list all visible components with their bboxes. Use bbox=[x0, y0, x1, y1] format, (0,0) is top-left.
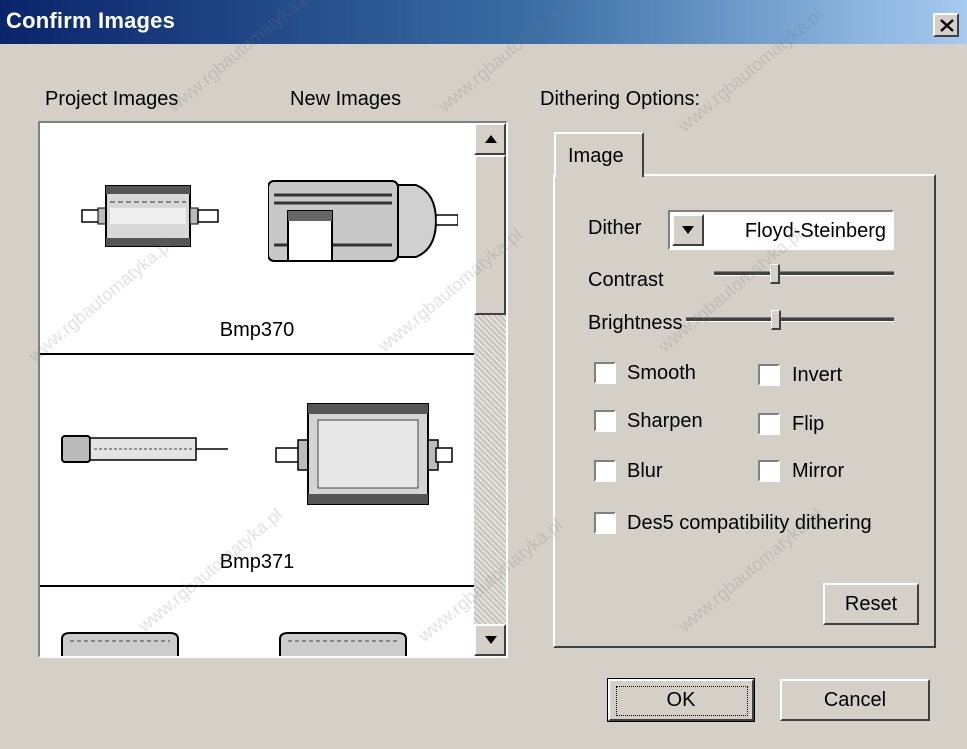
close-icon bbox=[940, 19, 954, 32]
cancel-button[interactable]: Cancel bbox=[780, 679, 930, 721]
flip-label[interactable]: Flip bbox=[792, 413, 824, 436]
list-item[interactable]: Bmp371 bbox=[40, 355, 474, 587]
project-images-label: Project Images bbox=[45, 88, 179, 110]
vertical-scrollbar[interactable] bbox=[474, 123, 506, 656]
focus-rect bbox=[616, 686, 748, 716]
des5-label[interactable]: Des5 compatibility dithering bbox=[627, 512, 872, 535]
sharpen-label[interactable]: Sharpen bbox=[627, 410, 703, 433]
blur-label[interactable]: Blur bbox=[627, 460, 663, 483]
project-motor-image bbox=[61, 435, 228, 463]
project-motor-image bbox=[81, 185, 219, 247]
image-caption: Bmp370 bbox=[219, 319, 295, 341]
des5-checkbox[interactable] bbox=[594, 512, 616, 534]
brightness-knob[interactable] bbox=[771, 310, 781, 330]
scroll-down-button[interactable] bbox=[474, 624, 506, 656]
scroll-thumb[interactable] bbox=[474, 155, 506, 315]
mirror-label[interactable]: Mirror bbox=[792, 460, 844, 483]
ok-button[interactable]: OK bbox=[607, 678, 755, 722]
dither-value: Floyd-Steinberg bbox=[744, 220, 886, 242]
invert-checkbox[interactable] bbox=[758, 364, 780, 386]
list-item[interactable]: Bmp370 bbox=[40, 123, 474, 355]
window-title: Confirm Images bbox=[6, 8, 176, 33]
chevron-down-icon bbox=[682, 226, 694, 234]
image-list[interactable]: Bmp370 Bmp371 bbox=[38, 121, 508, 658]
invert-label[interactable]: Invert bbox=[792, 364, 842, 387]
close-button[interactable] bbox=[933, 13, 959, 37]
flip-checkbox[interactable] bbox=[758, 413, 780, 435]
new-images-label: New Images bbox=[290, 88, 402, 110]
smooth-label[interactable]: Smooth bbox=[627, 362, 696, 385]
image-list-viewport: Bmp370 Bmp371 bbox=[40, 123, 474, 656]
contrast-knob[interactable] bbox=[770, 264, 780, 284]
mirror-checkbox[interactable] bbox=[758, 460, 780, 482]
dither-label: Dither bbox=[588, 217, 642, 239]
smooth-checkbox[interactable] bbox=[594, 362, 616, 384]
project-motor-image bbox=[61, 632, 179, 656]
confirm-images-dialog: Confirm Images Project Images New Images… bbox=[0, 0, 967, 749]
reset-button[interactable]: Reset bbox=[823, 583, 919, 625]
contrast-label: Contrast bbox=[588, 269, 664, 291]
brightness-label: Brightness bbox=[588, 312, 683, 334]
dither-select[interactable]: Floyd-Steinberg bbox=[668, 210, 894, 250]
list-item[interactable] bbox=[40, 587, 474, 656]
sharpen-checkbox[interactable] bbox=[594, 410, 616, 432]
tab-image-label: Image bbox=[568, 145, 624, 167]
contrast-slider[interactable] bbox=[714, 264, 894, 284]
dithering-options-label: Dithering Options: bbox=[540, 88, 701, 110]
title-bar[interactable]: Confirm Images bbox=[0, 0, 967, 44]
dither-dropdown-button[interactable] bbox=[672, 214, 704, 246]
arrow-down-icon bbox=[485, 636, 497, 644]
contrast-track bbox=[714, 271, 894, 276]
scroll-up-button[interactable] bbox=[474, 123, 506, 155]
arrow-up-icon bbox=[485, 135, 497, 143]
new-motor-image bbox=[279, 632, 407, 656]
brightness-track bbox=[686, 317, 894, 322]
new-motor-image bbox=[268, 180, 458, 262]
tab-image[interactable]: Image bbox=[554, 132, 644, 177]
brightness-slider[interactable] bbox=[686, 310, 894, 330]
image-caption: Bmp371 bbox=[219, 551, 295, 573]
blur-checkbox[interactable] bbox=[594, 460, 616, 482]
new-motor-image bbox=[275, 403, 453, 505]
